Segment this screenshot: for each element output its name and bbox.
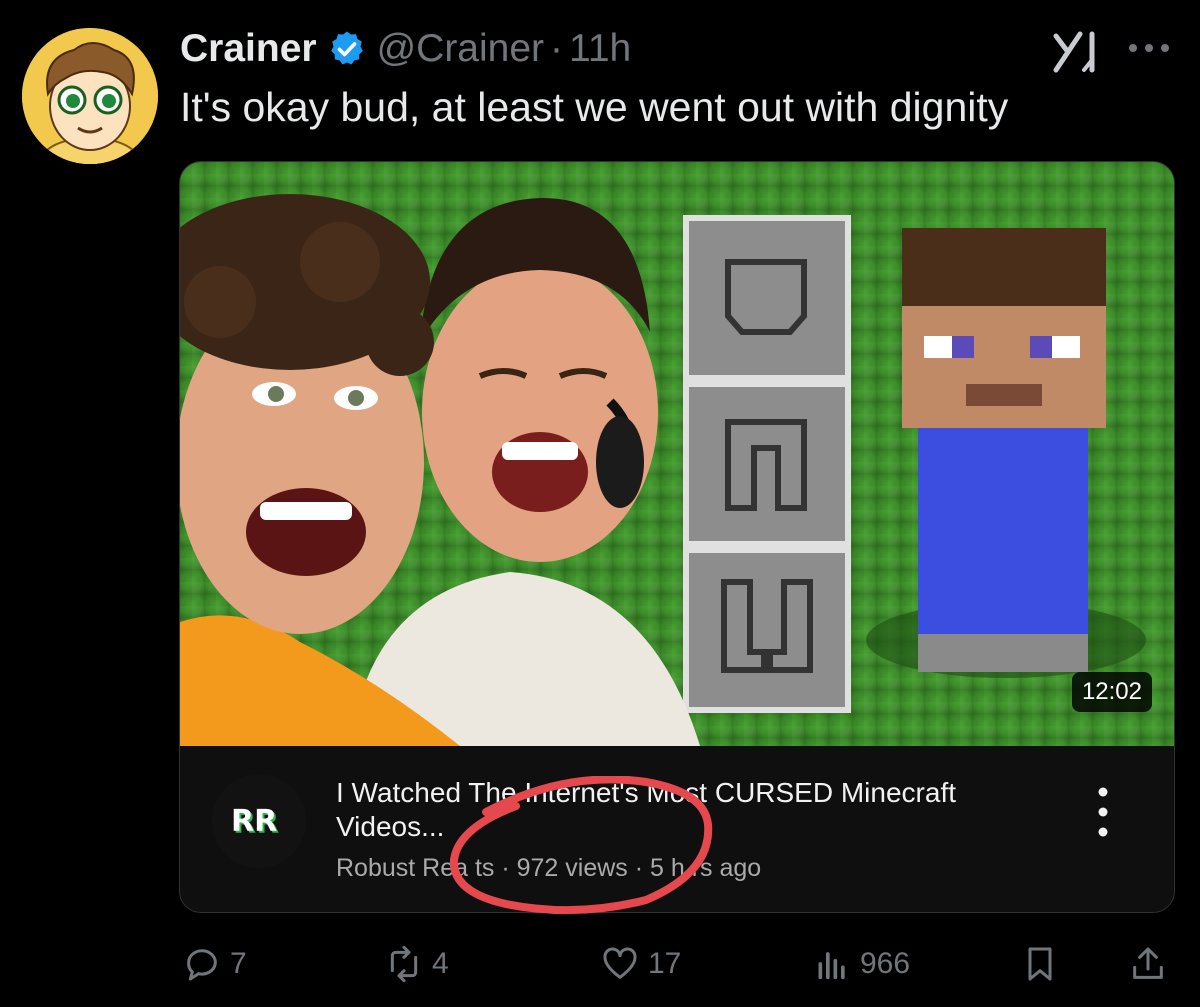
armor-slots (683, 215, 851, 713)
video-card[interactable]: 12:02 RR RR I Watched The Internet's Mos… (179, 161, 1175, 913)
channel-logo-text-front: RR (231, 804, 277, 839)
grok-icon[interactable] (1050, 30, 1102, 74)
share-icon (1133, 947, 1163, 979)
author-display-name[interactable]: Crainer (180, 27, 317, 71)
tweet-action-bar: 7 4 17 966 (0, 936, 1200, 992)
reply-count: 7 (230, 947, 247, 980)
channel-logo-icon: RR RR (231, 804, 279, 841)
kebab-menu-icon[interactable] (1086, 782, 1120, 842)
reply-icon (187, 949, 217, 981)
author-handle[interactable]: @Crainer (377, 27, 544, 71)
bookmark-icon (1028, 947, 1052, 981)
header-separator: · (550, 27, 564, 70)
bookmark-button[interactable] (1020, 940, 1060, 988)
thumbnail-image (180, 162, 1174, 746)
share-button[interactable] (1128, 940, 1168, 988)
like-count: 17 (648, 947, 682, 980)
like-icon (603, 947, 637, 979)
video-duration-badge: 12:02 (1071, 672, 1152, 712)
video-thumbnail[interactable]: 12:02 (180, 162, 1174, 746)
views-count: 966 (860, 947, 911, 980)
views-icon (818, 952, 845, 980)
video-subtitle: Robust Rea ts · 972 views · 5 h rs ago (336, 854, 761, 883)
reply-button[interactable]: 7 (182, 940, 247, 988)
views-button[interactable]: 966 (812, 940, 910, 988)
like-button[interactable]: 17 (600, 940, 681, 988)
repost-icon (390, 945, 418, 983)
author-avatar[interactable] (22, 28, 158, 164)
verified-badge-icon (330, 31, 363, 65)
repost-button[interactable]: 4 (384, 940, 449, 988)
avatar-illustration (22, 28, 158, 164)
channel-avatar[interactable]: RR RR (212, 774, 306, 868)
video-title[interactable]: I Watched The Internet's Most CURSED Min… (336, 776, 1036, 844)
repost-count: 4 (432, 947, 449, 980)
video-meta: RR RR I Watched The Internet's Most CURS… (180, 746, 1174, 912)
tweet-header: Crainer @Crainer · 11h (180, 22, 631, 76)
tweet-timestamp[interactable]: 11h (569, 27, 631, 71)
video-subtitle-text: Robust Rea ts · 972 views · 5 h rs ago (336, 854, 762, 882)
more-horizontal-icon[interactable] (1126, 40, 1172, 56)
tweet-text: It's okay bud, at least we went out with… (180, 84, 1009, 130)
